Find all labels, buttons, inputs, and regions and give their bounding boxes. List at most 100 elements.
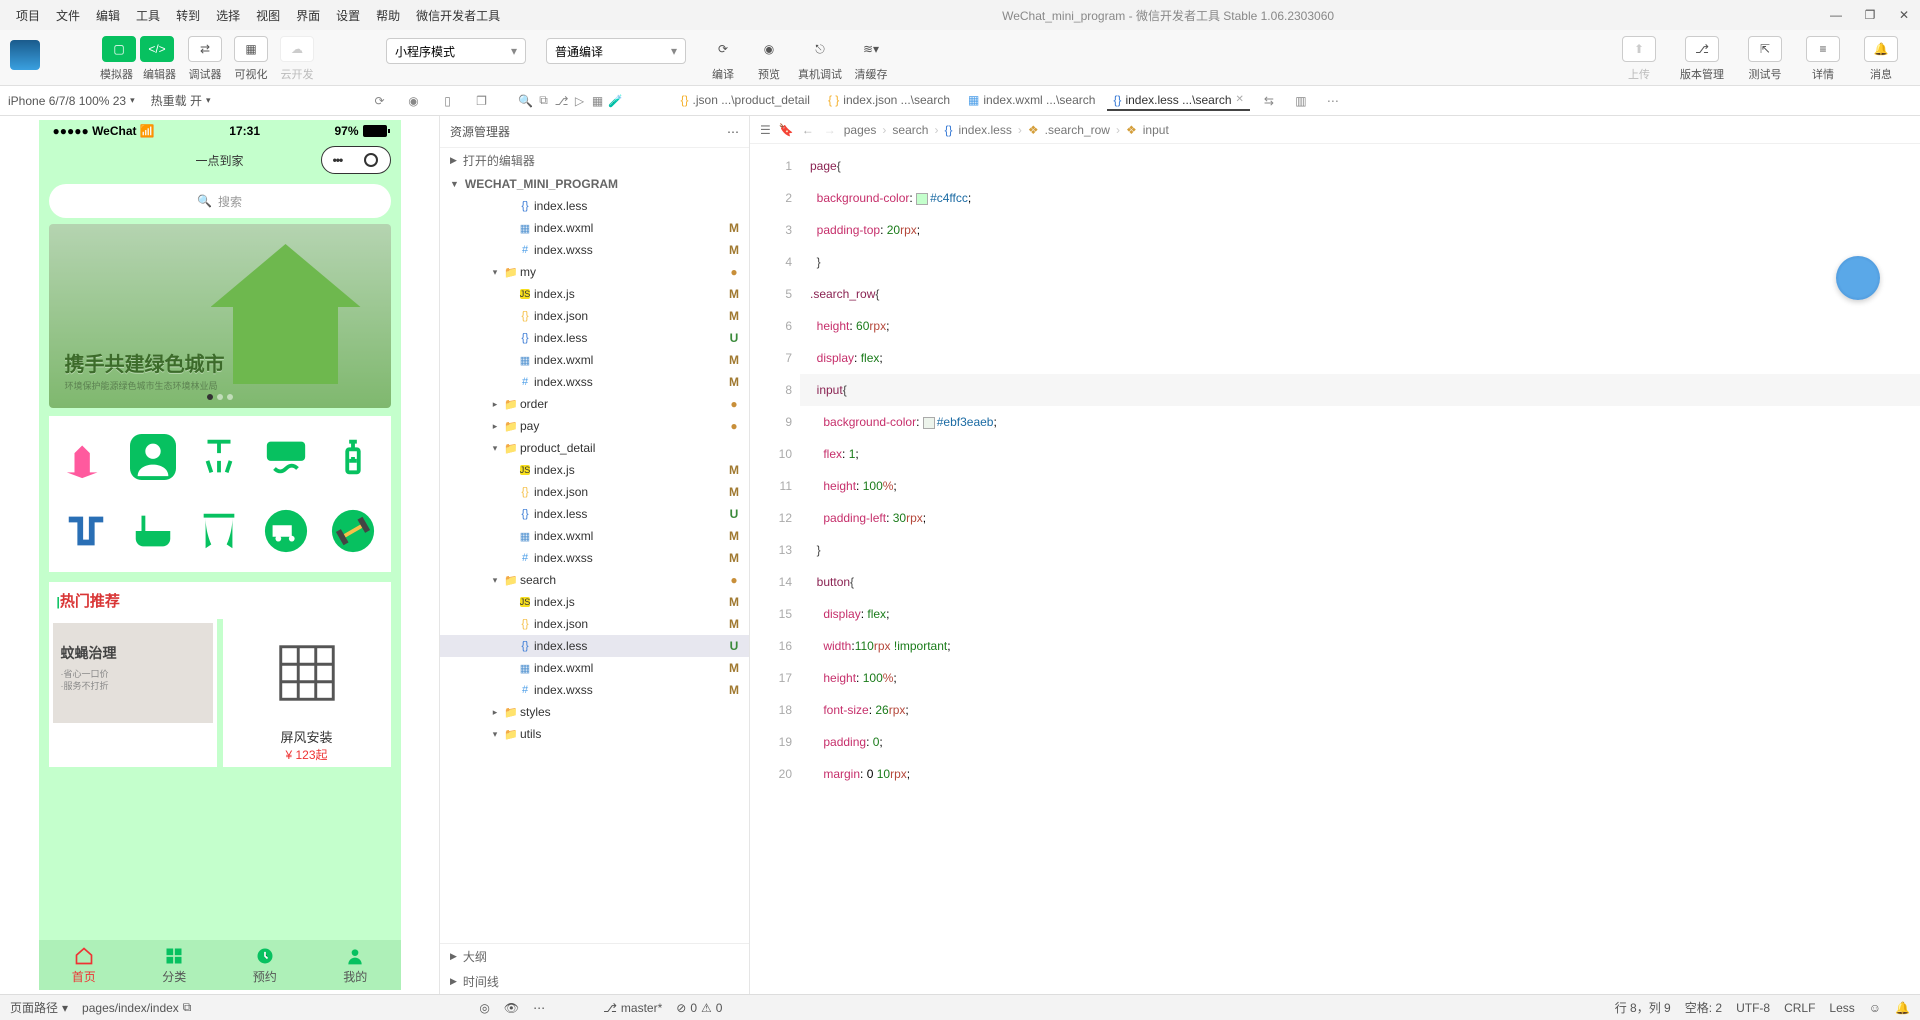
nav-back-icon[interactable]: ← <box>802 123 814 137</box>
tab-json-search[interactable]: { }index.json ...\search <box>822 91 956 111</box>
crumb-input[interactable]: input <box>1143 123 1169 137</box>
crumb-rule[interactable]: .search_row <box>1045 123 1110 137</box>
tree-node-order[interactable]: ▸📁order● <box>440 393 749 415</box>
tab-wxml-search[interactable]: ▦index.wxml ...\search <box>962 91 1101 111</box>
cat-person[interactable] <box>121 422 184 492</box>
cat-gym[interactable] <box>322 496 385 566</box>
tree-node-index-json[interactable]: {}index.jsonM <box>440 613 749 635</box>
tree-node-index-js[interactable]: JSindex.jsM <box>440 283 749 305</box>
focus-icon[interactable]: ◎ <box>479 1001 489 1015</box>
hot-reload-toggle[interactable]: 热重载 开▾ <box>151 92 211 109</box>
messages-button[interactable]: 🔔 <box>1864 36 1898 62</box>
page-path-value[interactable]: pages/index/index ⧉ <box>82 1000 191 1015</box>
project-avatar[interactable] <box>10 40 40 70</box>
bookmark-icon[interactable]: 🔖 <box>779 123 794 137</box>
tab-json-productdetail[interactable]: {}.json ...\product_detail <box>675 91 816 111</box>
menu-edit[interactable]: 编辑 <box>88 7 128 24</box>
remote-debug-button[interactable]: ⎋ <box>803 36 837 62</box>
maximize-icon[interactable]: ❐ <box>1862 8 1878 22</box>
tab-home[interactable]: 首页 <box>39 940 130 990</box>
tab-reserve[interactable]: 预约 <box>220 940 311 990</box>
debugger-toggle[interactable]: ⇄ <box>188 36 222 62</box>
tree-node-index-js[interactable]: JSindex.jsM <box>440 459 749 481</box>
tab-less-search[interactable]: {}index.less ...\search✕ <box>1107 91 1249 111</box>
encoding[interactable]: UTF-8 <box>1736 1001 1770 1015</box>
bell-icon[interactable]: 🔔 <box>1895 1001 1910 1015</box>
tree-node-pay[interactable]: ▸📁pay● <box>440 415 749 437</box>
cat-sanitize[interactable] <box>322 422 385 492</box>
simulator-toggle[interactable]: ▢ <box>102 36 136 62</box>
tree-node-index-less[interactable]: {}index.less <box>440 195 749 217</box>
menu-project[interactable]: 项目 <box>8 7 48 24</box>
upload-button[interactable]: ⬆ <box>1622 36 1656 62</box>
tree-node-index-js[interactable]: JSindex.jsM <box>440 591 749 613</box>
git-branch[interactable]: ⎇ master* <box>603 1001 662 1015</box>
tree-node-index-wxml[interactable]: ▦index.wxmlM <box>440 349 749 371</box>
cursor-position[interactable]: 行 8，列 9 <box>1615 999 1671 1016</box>
mode-select[interactable]: 小程序模式▾ <box>386 38 526 64</box>
tree-node-index-wxss[interactable]: #index.wxssM <box>440 679 749 701</box>
refresh-icon[interactable]: ⟳ <box>371 94 389 108</box>
popout-icon[interactable]: ❐ <box>473 94 491 108</box>
timeline-section[interactable]: ▶时间线 <box>440 969 749 994</box>
compile-button[interactable]: ⟳ <box>706 36 740 62</box>
tree-node-index-wxml[interactable]: ▦index.wxmlM <box>440 217 749 239</box>
menu-devtools[interactable]: 微信开发者工具 <box>408 7 508 24</box>
diff-icon[interactable]: ⇆ <box>1260 94 1278 108</box>
phone-icon[interactable]: ▯ <box>439 94 457 108</box>
cat-pipe[interactable] <box>55 496 118 566</box>
tree-node-product_detail[interactable]: ▾📁product_detail <box>440 437 749 459</box>
menu-help[interactable]: 帮助 <box>368 7 408 24</box>
tab-mine[interactable]: 我的 <box>310 940 401 990</box>
compile-select[interactable]: 普通编译▾ <box>546 38 686 64</box>
project-root[interactable]: ▼WECHAT_MINI_PROGRAM <box>440 173 749 195</box>
menu-goto[interactable]: 转到 <box>168 7 208 24</box>
product-card-2[interactable]: 屏风安装 ¥ 123起 <box>223 619 391 767</box>
capsule-menu[interactable]: ••• <box>321 146 391 174</box>
tree-node-index-json[interactable]: {}index.jsonM <box>440 481 749 503</box>
menu-tools[interactable]: 工具 <box>128 7 168 24</box>
feedback-icon[interactable]: ☺ <box>1869 1001 1881 1015</box>
debug-icon[interactable]: ▷ <box>571 94 589 108</box>
gutter-toggle-icon[interactable]: ☰ <box>760 123 771 137</box>
menu-interface[interactable]: 界面 <box>288 7 328 24</box>
version-button[interactable]: ⎇ <box>1685 36 1719 62</box>
tree-node-index-wxss[interactable]: #index.wxssM <box>440 371 749 393</box>
indent-setting[interactable]: 空格: 2 <box>1685 999 1722 1016</box>
search-icon[interactable]: 🔍 <box>517 94 535 108</box>
menu-select[interactable]: 选择 <box>208 7 248 24</box>
menu-settings[interactable]: 设置 <box>328 7 368 24</box>
minimize-icon[interactable]: ― <box>1828 8 1844 22</box>
nav-fwd-icon[interactable]: → <box>824 123 836 137</box>
menu-view[interactable]: 视图 <box>248 7 288 24</box>
split-icon[interactable]: ▥ <box>1292 94 1310 108</box>
editor-toggle[interactable]: </> <box>140 36 174 62</box>
tree-node-utils[interactable]: ▾📁utils <box>440 723 749 745</box>
tree-node-index-wxss[interactable]: #index.wxssM <box>440 239 749 261</box>
hero-banner[interactable]: 携手共建绿色城市环境保护能源绿色城市生态环境林业局 <box>49 224 391 408</box>
tree-node-index-less[interactable]: {}index.lessU <box>440 327 749 349</box>
flask-icon[interactable]: 🧪 <box>607 94 625 108</box>
tab-category[interactable]: 分类 <box>129 940 220 990</box>
crumb-pages[interactable]: pages <box>844 123 877 137</box>
copy-icon[interactable]: ⧉ <box>535 93 553 108</box>
tree-node-index-wxml[interactable]: ▦index.wxmlM <box>440 657 749 679</box>
outline-section[interactable]: ▶大纲 <box>440 943 749 969</box>
crumb-search[interactable]: search <box>892 123 928 137</box>
branch-icon[interactable]: ⎇ <box>553 94 571 108</box>
tree-node-index-json[interactable]: {}index.jsonM <box>440 305 749 327</box>
tree-node-index-less[interactable]: {}index.lessU <box>440 635 749 657</box>
cat-truck[interactable] <box>255 496 318 566</box>
preview-button[interactable]: ◉ <box>752 36 786 62</box>
cat-bath[interactable] <box>121 496 184 566</box>
device-selector[interactable]: iPhone 6/7/8 100% 23▾ <box>8 94 135 108</box>
more-icon[interactable]: ⋯ <box>1324 94 1342 108</box>
crumb-file[interactable]: index.less <box>958 123 1011 137</box>
close-icon[interactable]: ✕ <box>1896 8 1912 22</box>
search-box[interactable]: 🔍搜索 <box>49 184 391 218</box>
visual-toggle[interactable]: ▦ <box>234 36 268 62</box>
menu-file[interactable]: 文件 <box>48 7 88 24</box>
tree-node-styles[interactable]: ▸📁styles <box>440 701 749 723</box>
errors-count[interactable]: ⊘ 0 ⚠ 0 <box>676 1001 722 1015</box>
eol[interactable]: CRLF <box>1784 1001 1815 1015</box>
